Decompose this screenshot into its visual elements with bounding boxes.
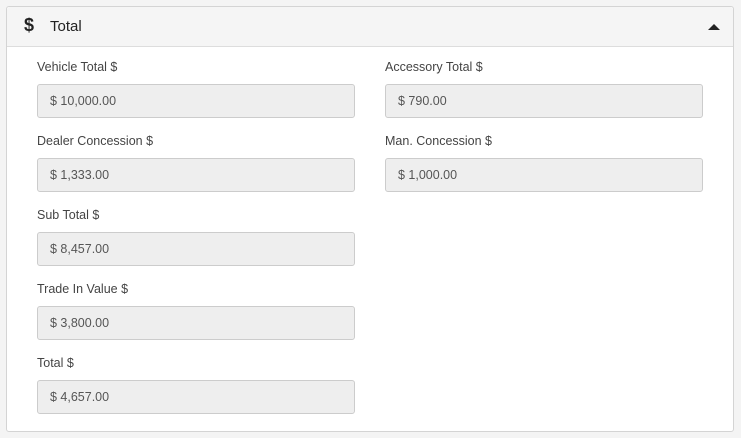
man-concession-label: Man. Concession $ [385, 134, 493, 148]
man-concession-input[interactable]: $ 1,000.00 [385, 158, 703, 192]
trade-in-value-field: Trade In Value $ $ 3,800.00 [37, 280, 355, 340]
accessory-total-input[interactable]: $ 790.00 [385, 84, 703, 118]
dealer-concession-label: Dealer Concession $ [37, 134, 154, 148]
total-panel: $ Total Vehicle Total $ $ 10,000.00 Deal… [6, 6, 734, 432]
panel-header[interactable]: $ Total [7, 7, 733, 47]
sub-total-input[interactable]: $ 8,457.00 [37, 232, 355, 266]
accessory-total-field: Accessory Total $ $ 790.00 [385, 58, 703, 118]
dollar-icon: $ [24, 15, 35, 35]
man-concession-field: Man. Concession $ $ 1,000.00 [385, 132, 703, 192]
caret-up-icon [708, 24, 720, 30]
vehicle-total-field: Vehicle Total $ $ 10,000.00 [37, 58, 355, 118]
total-field: Total $ $ 4,657.00 [37, 354, 355, 414]
trade-in-value-label: Trade In Value $ [37, 282, 129, 296]
accessory-total-label: Accessory Total $ [385, 60, 483, 74]
total-label: Total $ [37, 356, 74, 370]
collapse-toggle[interactable] [701, 17, 725, 37]
vehicle-total-input[interactable]: $ 10,000.00 [37, 84, 355, 118]
total-input[interactable]: $ 4,657.00 [37, 380, 355, 414]
dealer-concession-input[interactable]: $ 1,333.00 [37, 158, 355, 192]
panel-title: Total [50, 18, 82, 35]
vehicle-total-label: Vehicle Total $ [37, 60, 118, 74]
sub-total-field: Sub Total $ $ 8,457.00 [37, 206, 355, 266]
sub-total-label: Sub Total $ [37, 208, 100, 222]
dealer-concession-field: Dealer Concession $ $ 1,333.00 [37, 132, 355, 192]
trade-in-value-input[interactable]: $ 3,800.00 [37, 306, 355, 340]
